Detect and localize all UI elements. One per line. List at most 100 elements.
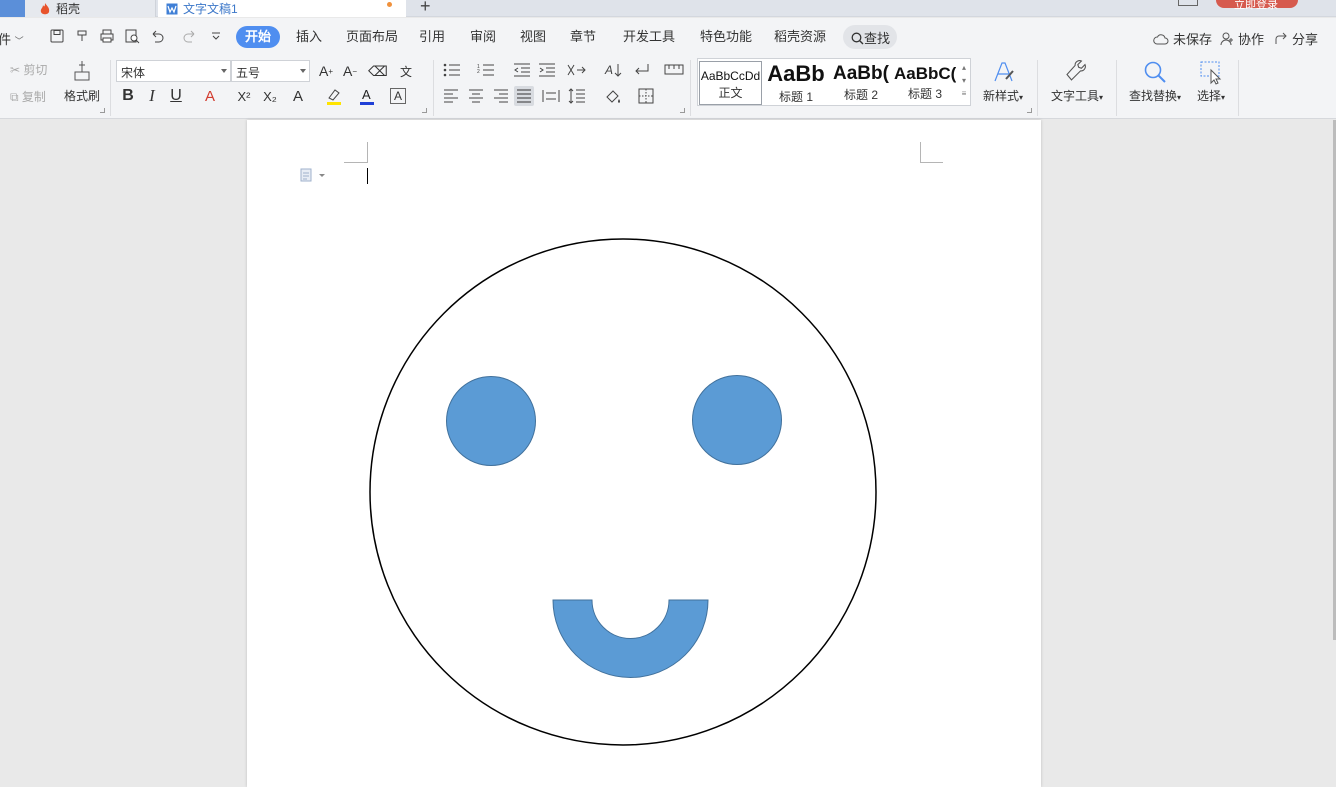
login-button[interactable]: 立即登录 bbox=[1216, 0, 1298, 11]
phonetic-guide-icon[interactable]: 文 bbox=[396, 61, 416, 81]
tab-document-label: 文字文稿1 bbox=[183, 2, 238, 16]
ribbon-start: ✂ 剪切 ⧉ 复制 格式刷 宋体 五号 A + A − ⌫ 文 B I U A X²… bbox=[0, 56, 1336, 119]
show-marks-icon[interactable] bbox=[632, 62, 650, 78]
separator bbox=[1116, 60, 1117, 116]
menu-chapter[interactable]: 章节 bbox=[570, 28, 596, 46]
justify-icon bbox=[517, 89, 531, 103]
paragraph-dialog-launcher[interactable] bbox=[680, 108, 685, 113]
svg-text:2: 2 bbox=[477, 69, 480, 75]
line-spacing-icon[interactable] bbox=[568, 88, 586, 104]
subscript-button[interactable]: X₂ bbox=[260, 86, 280, 106]
right-eye-shape bbox=[692, 375, 782, 465]
font-color-icon[interactable]: A bbox=[357, 86, 377, 106]
collaborate-button[interactable]: 协作 bbox=[1220, 29, 1264, 48]
increase-indent-icon[interactable] bbox=[538, 63, 556, 77]
style-heading-1[interactable]: AaBb 标题 1 bbox=[764, 61, 828, 105]
text-effect-icon[interactable]: A bbox=[288, 86, 308, 106]
scissors-icon: ✂ bbox=[10, 63, 21, 77]
find-replace-button[interactable]: 查找替换▾ bbox=[1125, 59, 1185, 105]
document-page[interactable] bbox=[247, 120, 1041, 787]
font-dialog-launcher[interactable] bbox=[422, 108, 427, 113]
styles-gallery: AaBbCcDd 正文 AaBb 标题 1 AaBb( 标题 2 AaBbC( … bbox=[697, 58, 971, 106]
smiley-face-drawing[interactable] bbox=[247, 120, 1041, 787]
collaborate-icon bbox=[1220, 32, 1233, 45]
decrease-indent-icon[interactable] bbox=[513, 63, 531, 77]
select-button[interactable]: 选择▾ bbox=[1190, 59, 1232, 105]
daoke-flame-icon bbox=[39, 2, 51, 15]
separator bbox=[1238, 60, 1239, 116]
highlight-icon[interactable] bbox=[324, 86, 344, 106]
align-left-icon[interactable] bbox=[443, 89, 459, 103]
unsaved-status[interactable]: 未保存 bbox=[1153, 29, 1212, 48]
underline-button[interactable]: U bbox=[166, 86, 186, 106]
style-heading-3[interactable]: AaBbC( 标题 3 bbox=[894, 61, 956, 105]
style-heading-2[interactable]: AaBb( 标题 2 bbox=[830, 61, 892, 105]
justify-button[interactable] bbox=[514, 86, 534, 106]
copy-icon: ⧉ bbox=[10, 90, 19, 104]
shading-icon[interactable] bbox=[604, 88, 622, 104]
separator bbox=[110, 60, 111, 116]
menu-page-layout[interactable]: 页面布局 bbox=[346, 28, 398, 46]
font-name-select[interactable]: 宋体 bbox=[116, 60, 231, 82]
share-button[interactable]: 分享 bbox=[1274, 29, 1318, 48]
undo-icon[interactable] bbox=[149, 28, 165, 44]
styles-scroll-icon[interactable]: ▴ ▾ ≡ bbox=[959, 61, 969, 103]
bullet-list-icon[interactable] bbox=[443, 63, 461, 77]
menu-start[interactable]: 开始 bbox=[236, 26, 280, 48]
cut-button[interactable]: ✂ 剪切 bbox=[10, 63, 47, 77]
menu-review[interactable]: 审阅 bbox=[470, 28, 496, 46]
separator bbox=[1037, 60, 1038, 116]
print-icon[interactable] bbox=[99, 28, 115, 44]
menu-bar: 件 ﹀ 开始 插入 页面布局 引用 审阅 视图 章节 开发工具 特色功能 稻壳资… bbox=[0, 18, 1336, 56]
font-size-select[interactable]: 五号 bbox=[231, 60, 310, 82]
menu-insert[interactable]: 插入 bbox=[296, 28, 322, 46]
menu-references[interactable]: 引用 bbox=[419, 28, 445, 46]
new-tab-button[interactable]: + bbox=[420, 0, 431, 17]
sort-icon[interactable]: A bbox=[604, 62, 622, 78]
format-painter-small-icon[interactable] bbox=[74, 28, 90, 44]
text-direction-icon[interactable] bbox=[566, 62, 586, 78]
redo-icon[interactable] bbox=[182, 28, 198, 44]
save-icon[interactable] bbox=[49, 28, 65, 44]
tab-daoke[interactable]: 稻壳 bbox=[25, 0, 156, 17]
menu-daoke-resources[interactable]: 稻壳资源 bbox=[774, 28, 826, 46]
numbered-list-icon[interactable]: 12 bbox=[477, 63, 495, 77]
strikethrough-icon[interactable]: A bbox=[200, 86, 220, 106]
borders-icon[interactable] bbox=[638, 88, 654, 104]
bold-button[interactable]: B bbox=[118, 86, 138, 106]
menu-view[interactable]: 视图 bbox=[520, 28, 546, 46]
separator bbox=[433, 60, 434, 116]
menu-search-button[interactable]: 查找 bbox=[843, 25, 897, 49]
distributed-align-icon[interactable] bbox=[542, 89, 560, 103]
italic-button[interactable]: I bbox=[142, 86, 162, 106]
format-painter-button[interactable]: 格式刷 bbox=[64, 59, 100, 103]
copy-button[interactable]: ⧉ 复制 bbox=[10, 90, 46, 104]
superscript-button[interactable]: X² bbox=[234, 86, 254, 106]
share-icon bbox=[1275, 32, 1287, 44]
menu-file[interactable]: 件 ﹀ bbox=[0, 29, 24, 48]
grow-font-icon[interactable]: A + bbox=[316, 61, 336, 81]
align-right-icon[interactable] bbox=[493, 89, 509, 103]
clear-format-icon[interactable]: ⌫ bbox=[368, 61, 388, 81]
new-style-button[interactable]: 新样式▾ bbox=[980, 59, 1026, 105]
document-canvas bbox=[0, 120, 1336, 787]
shrink-font-icon[interactable]: A − bbox=[340, 61, 360, 81]
character-border-icon[interactable]: A bbox=[390, 88, 406, 104]
separator bbox=[690, 60, 691, 116]
menu-developer-tools[interactable]: 开发工具 bbox=[623, 28, 675, 46]
window-mode-icon[interactable] bbox=[1178, 0, 1198, 6]
clipboard-dialog-launcher[interactable] bbox=[100, 108, 105, 113]
customize-quick-access-icon[interactable] bbox=[208, 28, 224, 44]
print-preview-icon[interactable] bbox=[124, 28, 140, 44]
styles-dialog-launcher[interactable] bbox=[1027, 108, 1032, 113]
tab-document[interactable]: 文字文稿1 bbox=[158, 0, 406, 17]
unsaved-dot-icon bbox=[387, 2, 392, 7]
table-tools-icon[interactable] bbox=[664, 64, 684, 76]
menu-special-features[interactable]: 特色功能 bbox=[700, 28, 752, 46]
text-tools-button[interactable]: 文字工具▾ bbox=[1047, 59, 1107, 105]
align-center-icon[interactable] bbox=[468, 89, 484, 103]
tab-bar: 稻壳 文字文稿1 + 立即登录 bbox=[0, 0, 1336, 17]
writer-doc-icon bbox=[166, 3, 178, 15]
style-normal[interactable]: AaBbCcDd 正文 bbox=[699, 61, 762, 105]
tab-home[interactable] bbox=[0, 0, 25, 17]
